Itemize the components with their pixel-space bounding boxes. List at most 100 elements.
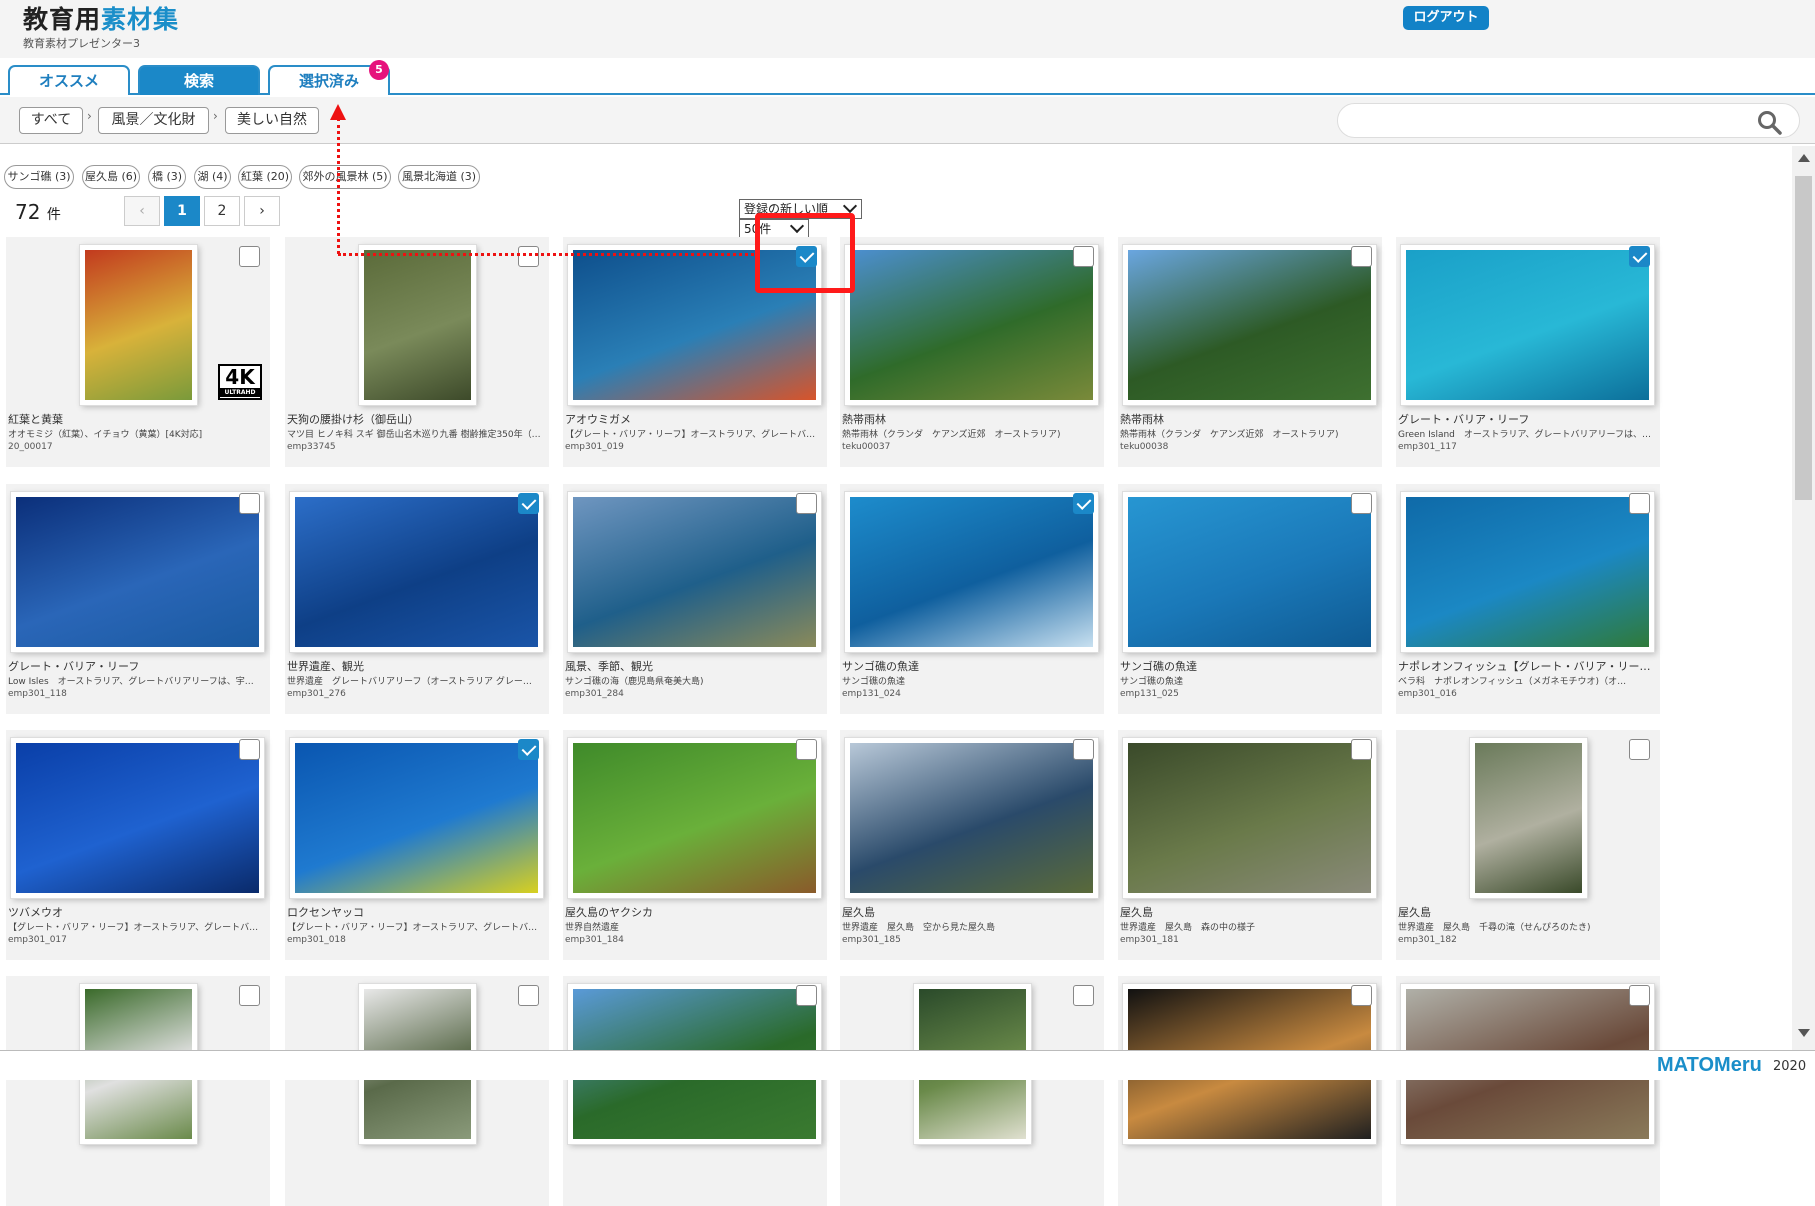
image-thumbnail[interactable] — [1123, 738, 1376, 898]
image-description: 世界自然遺産 — [565, 923, 620, 933]
select-checkbox[interactable] — [1351, 246, 1372, 267]
image-card[interactable]: グレート・バリア・リーフ Low Isles オーストラリア、グレートバリアリーフ… — [6, 484, 270, 714]
pager-page-1[interactable]: 1 — [164, 196, 200, 226]
image-card[interactable] — [1118, 976, 1382, 1206]
select-checkbox[interactable] — [1351, 493, 1372, 514]
search-input[interactable] — [1354, 110, 1754, 132]
image-card[interactable]: 風景、季節、観光 サンゴ礁の海（鹿児島県奄美大島) emp301_284 — [563, 484, 827, 714]
tag-filter[interactable]: 屋久島 (6) — [82, 165, 140, 189]
select-checkbox[interactable] — [796, 985, 817, 1006]
pager-next[interactable]: › — [244, 196, 280, 226]
image-card[interactable]: 屋久島のヤクシカ 世界自然遺産 emp301_184 — [563, 730, 827, 960]
image-card[interactable]: サンゴ礁の魚達 サンゴ礁の魚達 emp131_024 — [840, 484, 1104, 714]
tag-filter[interactable]: 湖 (4) — [194, 165, 231, 189]
select-checkbox[interactable] — [1073, 739, 1094, 760]
image-card[interactable] — [563, 976, 827, 1206]
image-thumbnail[interactable] — [845, 245, 1098, 405]
image-card[interactable]: ツバメウオ 【グレート・バリア・リーフ】オーストラリア、グレートバ… emp301_… — [6, 730, 270, 960]
image-thumbnail[interactable] — [80, 245, 197, 405]
select-checkbox[interactable] — [796, 739, 817, 760]
select-checkbox[interactable] — [1629, 246, 1650, 267]
select-checkbox[interactable] — [1351, 739, 1372, 760]
result-count-number: 72 — [15, 200, 41, 224]
image-description: 熱帯雨林（クランダ ケアンズ近郊 オーストラリア) — [842, 430, 1061, 440]
result-count-unit: 件 — [46, 207, 61, 223]
pager-prev[interactable]: ‹ — [124, 196, 160, 226]
select-checkbox[interactable] — [1073, 246, 1094, 267]
select-checkbox[interactable] — [518, 493, 539, 514]
logout-button[interactable]: ログアウト — [1403, 6, 1489, 30]
image-thumbnail[interactable] — [1123, 492, 1376, 652]
image-card[interactable]: 屋久島 世界遺産 屋久島 森の中の様子 emp301_181 — [1118, 730, 1382, 960]
image-card[interactable]: 屋久島 世界遺産 屋久島 空から見た屋久島 emp301_185 — [840, 730, 1104, 960]
tag-filter[interactable]: 紅葉 (20) — [238, 165, 292, 189]
image-title: 紅葉と黄葉 — [8, 413, 63, 426]
image-thumbnail[interactable] — [1123, 245, 1376, 405]
select-checkbox[interactable] — [518, 985, 539, 1006]
image-thumbnail[interactable] — [845, 738, 1098, 898]
image-card[interactable]: 熱帯雨林 熱帯雨林（クランダ ケアンズ近郊 オーストラリア) teku00038 — [1118, 237, 1382, 467]
tag-filter[interactable]: サンゴ礁 (3) — [4, 165, 74, 189]
image-thumbnail[interactable] — [568, 492, 821, 652]
scroll-down-icon[interactable] — [1798, 1029, 1810, 1037]
selected-count-badge: 5 — [369, 60, 389, 80]
select-checkbox[interactable] — [239, 985, 260, 1006]
image-card[interactable]: 4K ULTRAHD 紅葉と黄葉 オオモミジ（紅葉）、イチョウ（黄葉）[4K対応] 20… — [6, 237, 270, 467]
select-checkbox[interactable] — [1629, 493, 1650, 514]
image-id: emp301_182 — [1398, 935, 1457, 945]
image-thumbnail[interactable] — [1401, 245, 1654, 405]
image-thumbnail[interactable] — [290, 738, 543, 898]
image-description: サンゴ礁の魚達 — [1120, 677, 1184, 687]
tag-filter[interactable]: 風景北海道 (3) — [398, 165, 480, 189]
brand-logo[interactable]: 教育用素材集 教育素材プレゼンター3 — [23, 6, 179, 51]
image-card[interactable]: 世界遺産、観光 世界遺産 グレートバリアリーフ（オーストラリア グレー… emp30… — [285, 484, 549, 714]
tab-recommended[interactable]: オススメ — [8, 65, 130, 95]
select-checkbox[interactable] — [239, 246, 260, 267]
image-id: teku00037 — [842, 442, 891, 452]
tag-filter[interactable]: 橋 (3) — [148, 165, 186, 189]
select-checkbox[interactable] — [796, 493, 817, 514]
scroll-up-icon[interactable] — [1798, 154, 1810, 162]
select-checkbox[interactable] — [1351, 985, 1372, 1006]
image-card[interactable]: サンゴ礁の魚達 サンゴ礁の魚達 emp131_025 — [1118, 484, 1382, 714]
image-card[interactable] — [1396, 976, 1660, 1206]
footer-year: 2020 — [1773, 1059, 1807, 1074]
breadcrumb-all[interactable]: すべて — [19, 107, 83, 134]
select-checkbox[interactable] — [518, 246, 539, 267]
select-checkbox[interactable] — [1073, 985, 1094, 1006]
image-thumbnail[interactable] — [845, 492, 1098, 652]
image-thumbnail[interactable] — [11, 738, 264, 898]
image-card[interactable]: 天狗の腰掛け杉（御岳山） マツ目 ヒノキ科 スギ 御岳山名木巡り九番 樹齢推定35… — [285, 237, 549, 467]
select-checkbox[interactable] — [239, 493, 260, 514]
select-checkbox[interactable] — [1629, 739, 1650, 760]
image-card[interactable]: 熱帯雨林 熱帯雨林（クランダ ケアンズ近郊 オーストラリア) teku00037 — [840, 237, 1104, 467]
vertical-scrollbar[interactable] — [1792, 146, 1815, 1050]
tab-search[interactable]: 検索 — [138, 65, 260, 95]
select-checkbox[interactable] — [1073, 493, 1094, 514]
select-checkbox[interactable] — [518, 739, 539, 760]
image-thumbnail[interactable] — [290, 492, 543, 652]
image-card[interactable]: グレート・バリア・リーフ Green Island オーストラリア、グレートバリア… — [1396, 237, 1660, 467]
breadcrumb-nature[interactable]: 美しい自然 — [225, 107, 319, 134]
4k-badge-sub: ULTRAHD — [220, 388, 260, 397]
image-card[interactable] — [6, 976, 270, 1206]
select-checkbox[interactable] — [1629, 985, 1650, 1006]
breadcrumb-scenery[interactable]: 風景／文化財 — [98, 107, 209, 134]
image-title: 熱帯雨林 — [1120, 413, 1164, 426]
pager-page-2[interactable]: 2 — [204, 196, 240, 226]
image-card[interactable]: 屋久島 世界遺産 屋久島 千尋の滝（せんぴろのたき) emp301_182 — [1396, 730, 1660, 960]
image-card[interactable]: ナポレオンフィッシュ【グレート・バリア・リー… ベラ科 ナポレオンフィッシュ（メガ… — [1396, 484, 1660, 714]
image-thumbnail[interactable] — [1401, 492, 1654, 652]
image-card[interactable] — [840, 976, 1104, 1206]
scrollbar-thumb[interactable] — [1795, 176, 1812, 500]
image-thumbnail[interactable] — [1470, 738, 1587, 898]
image-thumbnail[interactable] — [359, 245, 476, 405]
image-title: サンゴ礁の魚達 — [1120, 660, 1197, 673]
search-icon[interactable] — [1756, 109, 1784, 137]
image-card[interactable] — [285, 976, 549, 1206]
image-card[interactable]: ロクセンヤッコ 【グレート・バリア・リーフ】オーストラリア、グレートバ… emp30… — [285, 730, 549, 960]
select-checkbox[interactable] — [239, 739, 260, 760]
tag-filter[interactable]: 郊外の風景林 (5) — [299, 165, 391, 189]
image-thumbnail[interactable] — [11, 492, 264, 652]
image-thumbnail[interactable] — [568, 738, 821, 898]
